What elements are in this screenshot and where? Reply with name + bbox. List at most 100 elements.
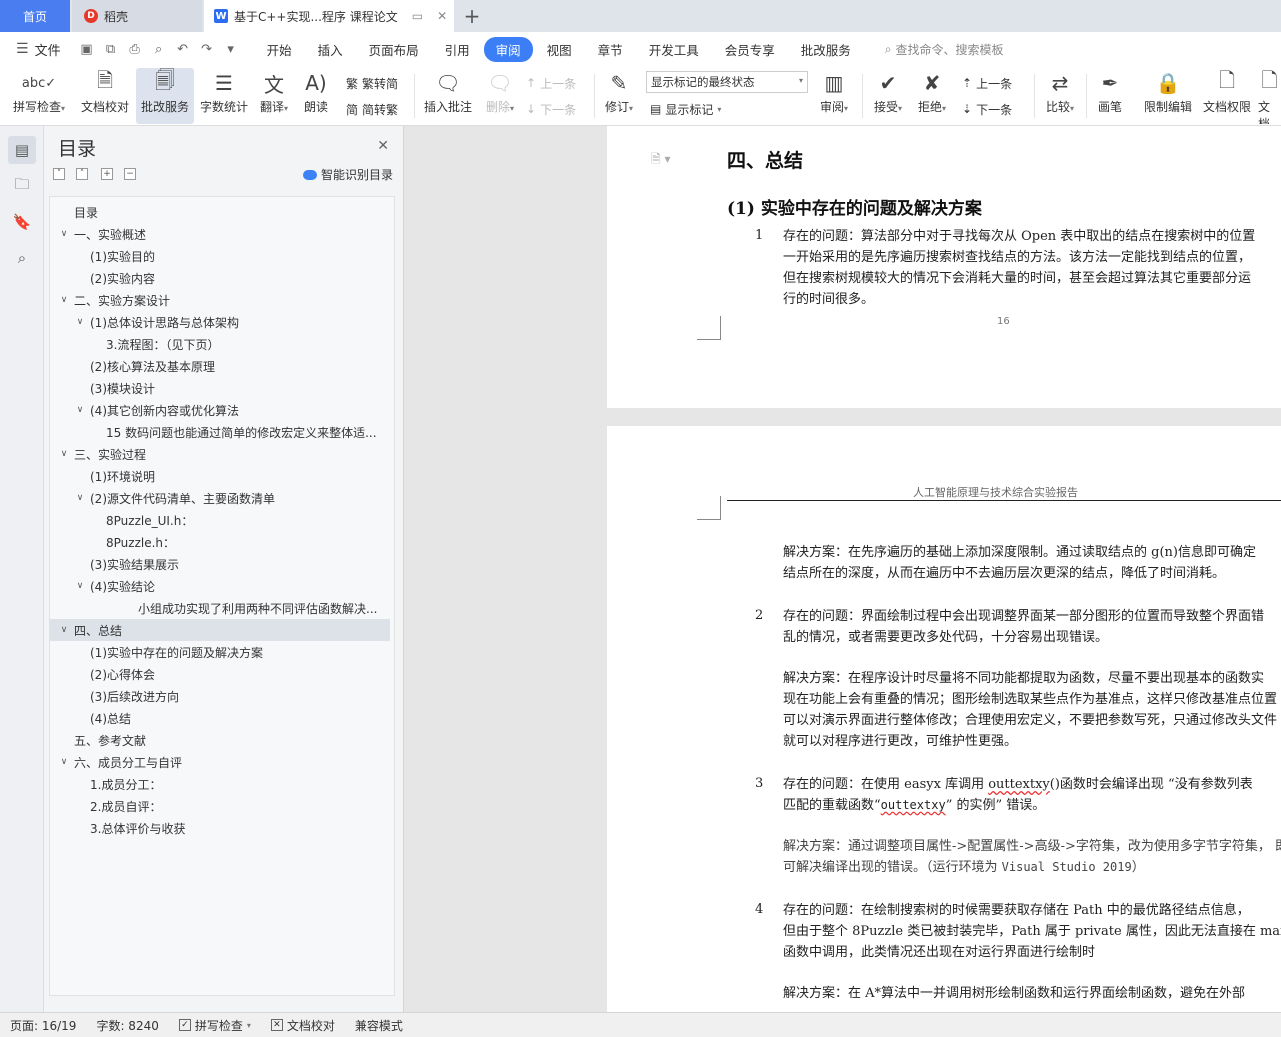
- track-changes-button[interactable]: ✎ 修订▾: [600, 68, 638, 124]
- chevron-down-icon[interactable]: ∨: [58, 449, 70, 459]
- chevron-down-icon[interactable]: ∨: [74, 493, 86, 503]
- new-tab-button[interactable]: +: [460, 0, 484, 32]
- next-comment-button[interactable]: ↓ 下一条: [526, 98, 576, 120]
- toc-item[interactable]: ∨ 四、总结: [50, 619, 390, 641]
- toc-item[interactable]: (3)实验结果展示: [50, 553, 390, 575]
- accept-button[interactable]: ✔ 接受▾: [868, 68, 908, 124]
- search-icon[interactable]: ⌕: [8, 244, 36, 272]
- toc-item[interactable]: 2.成员自评：: [50, 795, 390, 817]
- review-pane-button[interactable]: ▥ 审阅▾: [814, 68, 854, 124]
- toc-item[interactable]: ∨ 二、实验方案设计: [50, 289, 390, 311]
- word-count-indicator[interactable]: 字数: 8240: [86, 1017, 168, 1034]
- toc-item[interactable]: (1)实验中存在的问题及解决方案: [50, 641, 390, 663]
- toc-item[interactable]: ∨ (4)其它创新内容或优化算法: [50, 399, 390, 421]
- toc-item[interactable]: ∨ 一、实验概述: [50, 223, 390, 245]
- file-menu-button[interactable]: ☰ 文件: [0, 40, 71, 59]
- menu-tab-devtools[interactable]: 开发工具: [637, 37, 711, 62]
- document-page[interactable]: 🗎 ▾ 四、总结 (1) 实验中存在的问题及解决方案 1 存在的问题：算法部分中…: [607, 126, 1281, 408]
- prev-change-button[interactable]: ⇡ 上一条: [962, 72, 1012, 94]
- tab-home[interactable]: 首页: [0, 0, 70, 32]
- chevron-down-icon[interactable]: ∨: [74, 581, 86, 591]
- print-icon[interactable]: ⎙: [127, 42, 143, 57]
- toc-item[interactable]: 五、参考文献: [50, 729, 390, 751]
- menu-tab-insert[interactable]: 插入: [306, 37, 355, 62]
- chevron-down-icon[interactable]: ∨: [58, 295, 70, 305]
- toc-item[interactable]: (3)模块设计: [50, 377, 390, 399]
- undo-icon[interactable]: ↶: [175, 42, 191, 57]
- toc-item[interactable]: 8Puzzle_UI.h：: [50, 509, 390, 531]
- toc-item[interactable]: (2)心得体会: [50, 663, 390, 685]
- chevron-down-icon[interactable]: ∨: [58, 229, 70, 239]
- tab-docer[interactable]: D 稻壳: [72, 0, 202, 32]
- trad-to-simp-button[interactable]: 繁繁转简: [346, 72, 398, 94]
- chevron-down-icon[interactable]: ∨: [58, 625, 70, 635]
- toc-item[interactable]: ∨ 六、成员分工与自评: [50, 751, 390, 773]
- tab-document[interactable]: W 基于C++实现...程序 课程论文 ▭ ✕: [204, 0, 454, 32]
- save-icon[interactable]: ▣: [79, 42, 95, 57]
- customize-icon[interactable]: ▾: [223, 42, 239, 57]
- restrict-editing-button[interactable]: 🔒 限制编辑: [1140, 68, 1196, 124]
- proofread-button[interactable]: 🗎 文档校对: [76, 68, 134, 124]
- menu-tab-layout[interactable]: 页面布局: [357, 37, 431, 62]
- bookmark-icon[interactable]: 🔖: [8, 208, 36, 236]
- spell-check-toggle[interactable]: ✓ 拼写检查 ▾: [169, 1017, 261, 1034]
- simp-to-trad-button[interactable]: 简简转繁: [346, 98, 398, 120]
- toc-item[interactable]: ∨ (1)总体设计思路与总体架构: [50, 311, 390, 333]
- menu-tab-reference[interactable]: 引用: [433, 37, 482, 62]
- menu-tab-start[interactable]: 开始: [255, 37, 304, 62]
- document-permission-button[interactable]: 🗋 文档权限: [1198, 68, 1256, 124]
- menu-tab-correction[interactable]: 批改服务: [789, 37, 863, 62]
- chapter-nav-icon[interactable]: 🗀: [8, 172, 36, 200]
- document-canvas[interactable]: 🗎 ▾ 四、总结 (1) 实验中存在的问题及解决方案 1 存在的问题：算法部分中…: [404, 126, 1281, 1012]
- chevron-down-icon[interactable]: ∨: [74, 405, 86, 415]
- document-more-button[interactable]: 🗋 文档: [1258, 68, 1281, 124]
- pen-button[interactable]: ✒ 画笔: [1092, 68, 1128, 124]
- tab-monitor-icon[interactable]: ▭: [412, 9, 423, 23]
- spelling-error-run[interactable]: outtextxy: [881, 798, 946, 812]
- tab-close-icon[interactable]: ✕: [437, 9, 447, 23]
- proofread-toggle[interactable]: ✕ 文档校对: [261, 1017, 345, 1034]
- smart-toc-button[interactable]: 智能识别目录: [302, 166, 393, 183]
- command-search[interactable]: ⌕ 查找命令、搜索模板: [885, 41, 1004, 58]
- chevron-down-icon[interactable]: ∨: [58, 757, 70, 767]
- page-indicator[interactable]: 页面: 16/19: [0, 1017, 86, 1034]
- spell-check-button[interactable]: abc✓ 拼写检查▾: [8, 68, 70, 124]
- toc-panel-icon[interactable]: ▤: [8, 136, 36, 164]
- paragraph-menu-icon[interactable]: 🗎 ▾: [651, 150, 671, 171]
- toc-item[interactable]: 8Puzzle.h：: [50, 531, 390, 553]
- menu-tab-chapter[interactable]: 章节: [586, 37, 635, 62]
- word-count-button[interactable]: ☰ 字数统计: [196, 68, 252, 124]
- redo-icon[interactable]: ↷: [199, 42, 215, 57]
- read-aloud-button[interactable]: A) 朗读: [298, 68, 334, 124]
- toc-item[interactable]: (4)总结: [50, 707, 390, 729]
- document-page[interactable]: 人工智能原理与技术综合实验报告 解决方案：在先序遍历的基础上添加深度限制。通过读…: [607, 426, 1281, 1012]
- toc-item[interactable]: (1)实验目的: [50, 245, 390, 267]
- prev-comment-button[interactable]: ↑ 上一条: [526, 72, 576, 94]
- menu-tab-view[interactable]: 视图: [535, 37, 584, 62]
- toc-item[interactable]: 1.成员分工：: [50, 773, 390, 795]
- correction-service-button[interactable]: 🗐 批改服务: [136, 68, 194, 124]
- show-markup-button[interactable]: ▤ 显示标记 ▾: [650, 98, 721, 120]
- print-preview-icon[interactable]: ⌕: [151, 42, 167, 57]
- toc-item[interactable]: 目录: [50, 201, 390, 223]
- toc-item[interactable]: ∨ (2)源文件代码清单、主要函数清单: [50, 487, 390, 509]
- toc-item[interactable]: ∨ (4)实验结论: [50, 575, 390, 597]
- export-icon[interactable]: ⧉: [103, 42, 119, 57]
- spelling-error-run[interactable]: outtextxy: [988, 777, 1050, 792]
- toc-item[interactable]: 3.总体评价与收获: [50, 817, 390, 839]
- toc-item[interactable]: (1)环境说明: [50, 465, 390, 487]
- toc-item[interactable]: 3.流程图：（见下页）: [50, 333, 390, 355]
- toc-item[interactable]: (3)后续改进方向: [50, 685, 390, 707]
- collapse-all-icon[interactable]: ˅: [53, 168, 65, 180]
- toc-item[interactable]: ∨ 三、实验过程: [50, 443, 390, 465]
- translate-button[interactable]: 文 翻译▾: [254, 68, 294, 124]
- compare-button[interactable]: ⇄ 比较▾: [1040, 68, 1080, 124]
- reject-button[interactable]: ✘ 拒绝▾: [912, 68, 952, 124]
- menu-tab-member[interactable]: 会员专享: [713, 37, 787, 62]
- add-heading-icon[interactable]: +: [101, 168, 113, 180]
- toc-item[interactable]: (2)实验内容: [50, 267, 390, 289]
- close-icon[interactable]: ✕: [377, 138, 389, 154]
- insert-comment-button[interactable]: 🗨 插入批注: [420, 68, 476, 124]
- expand-all-icon[interactable]: ˄: [76, 168, 88, 180]
- chevron-down-icon[interactable]: ∨: [74, 317, 86, 327]
